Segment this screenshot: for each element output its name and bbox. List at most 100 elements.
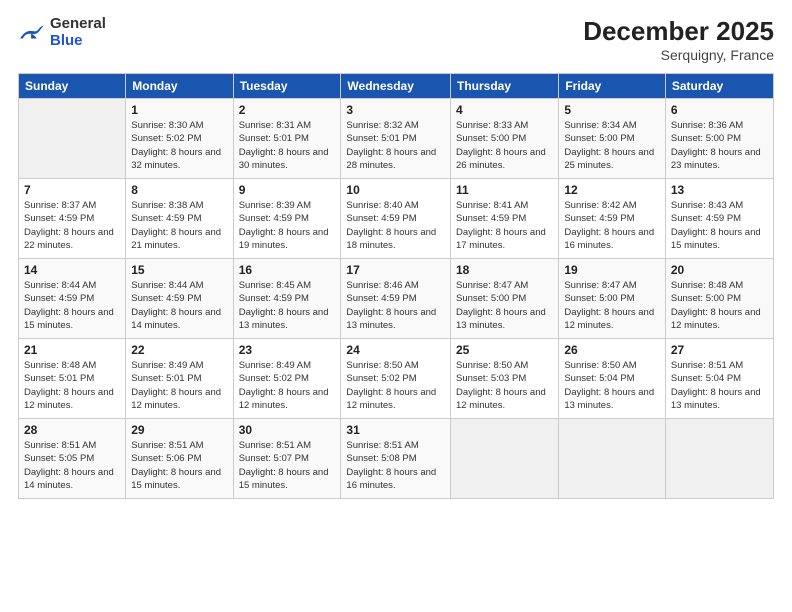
day-detail: Sunrise: 8:46 AMSunset: 4:59 PMDaylight:… (346, 279, 445, 332)
day-detail: Sunrise: 8:47 AMSunset: 5:00 PMDaylight:… (564, 279, 660, 332)
day-cell: 15 Sunrise: 8:44 AMSunset: 4:59 PMDayligh… (126, 259, 233, 339)
day-cell: 17 Sunrise: 8:46 AMSunset: 4:59 PMDayligh… (341, 259, 451, 339)
day-number: 29 (131, 423, 227, 437)
day-number: 10 (346, 183, 445, 197)
col-header-saturday: Saturday (665, 74, 773, 99)
day-cell: 10 Sunrise: 8:40 AMSunset: 4:59 PMDayligh… (341, 179, 451, 259)
calendar-subtitle: Serquigny, France (583, 47, 774, 63)
day-cell: 22 Sunrise: 8:49 AMSunset: 5:01 PMDayligh… (126, 339, 233, 419)
day-detail: Sunrise: 8:36 AMSunset: 5:00 PMDaylight:… (671, 119, 768, 172)
week-row-0: 1Sunrise: 8:30 AMSunset: 5:02 PMDaylight… (19, 99, 774, 179)
col-header-thursday: Thursday (451, 74, 559, 99)
day-cell: 29 Sunrise: 8:51 AMSunset: 5:06 PMDayligh… (126, 419, 233, 499)
day-cell: 9 Sunrise: 8:39 AMSunset: 4:59 PMDaylight… (233, 179, 341, 259)
week-row-3: 21Sunrise: 8:48 AMSunset: 5:01 PMDayligh… (19, 339, 774, 419)
day-detail: Sunrise: 8:44 AMSunset: 4:59 PMDaylight:… (131, 279, 227, 332)
day-detail: Sunrise: 8:34 AMSunset: 5:00 PMDaylight:… (564, 119, 660, 172)
col-header-tuesday: Tuesday (233, 74, 341, 99)
day-number: 12 (564, 183, 660, 197)
day-detail: Sunrise: 8:44 AMSunset: 4:59 PMDaylight:… (24, 279, 120, 332)
week-row-1: 7 Sunrise: 8:37 AMSunset: 4:59 PMDaylight… (19, 179, 774, 259)
day-cell (19, 99, 126, 179)
day-detail: Sunrise: 8:43 AMSunset: 4:59 PMDaylight:… (671, 199, 768, 252)
day-detail: Sunrise: 8:48 AMSunset: 5:00 PMDaylight:… (671, 279, 768, 332)
day-number: 4 (456, 103, 553, 117)
day-number: 6 (671, 103, 768, 117)
day-detail: Sunrise: 8:31 AMSunset: 5:01 PMDaylight:… (239, 119, 336, 172)
day-detail: Sunrise: 8:30 AMSunset: 5:02 PMDaylight:… (131, 119, 227, 172)
day-cell: 14 Sunrise: 8:44 AMSunset: 4:59 PMDayligh… (19, 259, 126, 339)
day-number: 18 (456, 263, 553, 277)
day-number: 3 (346, 103, 445, 117)
day-number: 17 (346, 263, 445, 277)
day-detail: Sunrise: 8:51 AMSunset: 5:04 PMDaylight:… (671, 359, 768, 412)
day-cell: 3Sunrise: 8:32 AMSunset: 5:01 PMDaylight… (341, 99, 451, 179)
day-detail: Sunrise: 8:51 AMSunset: 5:05 PMDaylight:… (24, 439, 120, 492)
day-cell (665, 419, 773, 499)
logo: General Blue (18, 16, 106, 49)
day-number: 22 (131, 343, 227, 357)
day-detail: Sunrise: 8:38 AMSunset: 4:59 PMDaylight:… (131, 199, 227, 252)
day-cell: 26Sunrise: 8:50 AMSunset: 5:04 PMDayligh… (559, 339, 666, 419)
day-number: 2 (239, 103, 336, 117)
day-detail: Sunrise: 8:33 AMSunset: 5:00 PMDaylight:… (456, 119, 553, 172)
day-cell: 12 Sunrise: 8:42 AMSunset: 4:59 PMDayligh… (559, 179, 666, 259)
day-cell: 20Sunrise: 8:48 AMSunset: 5:00 PMDayligh… (665, 259, 773, 339)
day-number: 26 (564, 343, 660, 357)
col-header-sunday: Sunday (19, 74, 126, 99)
day-detail: Sunrise: 8:40 AMSunset: 4:59 PMDaylight:… (346, 199, 445, 252)
calendar-title: December 2025 (583, 16, 774, 47)
day-cell: 18 Sunrise: 8:47 AMSunset: 5:00 PMDayligh… (451, 259, 559, 339)
col-header-friday: Friday (559, 74, 666, 99)
day-cell: 21Sunrise: 8:48 AMSunset: 5:01 PMDayligh… (19, 339, 126, 419)
day-cell: 31Sunrise: 8:51 AMSunset: 5:08 PMDayligh… (341, 419, 451, 499)
day-cell: 28Sunrise: 8:51 AMSunset: 5:05 PMDayligh… (19, 419, 126, 499)
day-cell: 2 Sunrise: 8:31 AMSunset: 5:01 PMDaylight… (233, 99, 341, 179)
day-cell (559, 419, 666, 499)
day-number: 27 (671, 343, 768, 357)
day-cell: 8Sunrise: 8:38 AMSunset: 4:59 PMDaylight… (126, 179, 233, 259)
day-number: 23 (239, 343, 336, 357)
day-detail: Sunrise: 8:51 AMSunset: 5:07 PMDaylight:… (239, 439, 336, 492)
day-number: 25 (456, 343, 553, 357)
logo-icon (18, 22, 46, 44)
day-detail: Sunrise: 8:51 AMSunset: 5:06 PMDaylight:… (131, 439, 227, 492)
week-row-4: 28Sunrise: 8:51 AMSunset: 5:05 PMDayligh… (19, 419, 774, 499)
day-number: 31 (346, 423, 445, 437)
calendar-body: 1Sunrise: 8:30 AMSunset: 5:02 PMDaylight… (19, 99, 774, 499)
logo-text: General Blue (50, 16, 106, 49)
day-number: 7 (24, 183, 120, 197)
day-number: 15 (131, 263, 227, 277)
title-block: December 2025 Serquigny, France (583, 16, 774, 63)
day-cell: 5 Sunrise: 8:34 AMSunset: 5:00 PMDaylight… (559, 99, 666, 179)
day-detail: Sunrise: 8:49 AMSunset: 5:01 PMDaylight:… (131, 359, 227, 412)
day-number: 14 (24, 263, 120, 277)
day-number: 5 (564, 103, 660, 117)
day-detail: Sunrise: 8:39 AMSunset: 4:59 PMDaylight:… (239, 199, 336, 252)
day-detail: Sunrise: 8:42 AMSunset: 4:59 PMDaylight:… (564, 199, 660, 252)
day-detail: Sunrise: 8:49 AMSunset: 5:02 PMDaylight:… (239, 359, 336, 412)
day-number: 30 (239, 423, 336, 437)
logo-general: General (50, 16, 106, 33)
col-header-wednesday: Wednesday (341, 74, 451, 99)
col-header-monday: Monday (126, 74, 233, 99)
logo-blue: Blue (50, 33, 106, 50)
day-cell: 30 Sunrise: 8:51 AMSunset: 5:07 PMDayligh… (233, 419, 341, 499)
day-number: 16 (239, 263, 336, 277)
day-cell: 11Sunrise: 8:41 AMSunset: 4:59 PMDayligh… (451, 179, 559, 259)
header: General Blue December 2025 Serquigny, Fr… (18, 16, 774, 63)
day-cell: 25Sunrise: 8:50 AMSunset: 5:03 PMDayligh… (451, 339, 559, 419)
day-cell (451, 419, 559, 499)
day-cell: 1Sunrise: 8:30 AMSunset: 5:02 PMDaylight… (126, 99, 233, 179)
day-detail: Sunrise: 8:37 AMSunset: 4:59 PMDaylight:… (24, 199, 120, 252)
day-cell: 27 Sunrise: 8:51 AMSunset: 5:04 PMDayligh… (665, 339, 773, 419)
day-number: 9 (239, 183, 336, 197)
day-cell: 24Sunrise: 8:50 AMSunset: 5:02 PMDayligh… (341, 339, 451, 419)
day-number: 19 (564, 263, 660, 277)
day-detail: Sunrise: 8:45 AMSunset: 4:59 PMDaylight:… (239, 279, 336, 332)
day-cell: 6 Sunrise: 8:36 AMSunset: 5:00 PMDaylight… (665, 99, 773, 179)
day-detail: Sunrise: 8:41 AMSunset: 4:59 PMDaylight:… (456, 199, 553, 252)
week-row-2: 14 Sunrise: 8:44 AMSunset: 4:59 PMDayligh… (19, 259, 774, 339)
day-detail: Sunrise: 8:47 AMSunset: 5:00 PMDaylight:… (456, 279, 553, 332)
column-headers: SundayMondayTuesdayWednesdayThursdayFrid… (19, 74, 774, 99)
